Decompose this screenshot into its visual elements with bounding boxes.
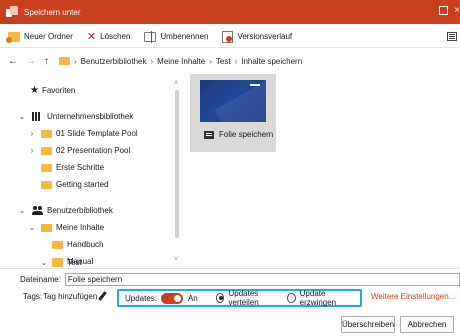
folder-icon	[41, 180, 52, 189]
filename-label: Dateiname:	[20, 274, 61, 284]
pen-icon[interactable]	[98, 291, 107, 301]
library-icon	[32, 112, 43, 121]
chevron-right-icon: ›	[209, 56, 212, 66]
force-label: Update erzwingen	[299, 289, 337, 307]
close-button[interactable]: ×	[454, 6, 460, 16]
folder-icon	[41, 129, 52, 138]
window-title: Speichern unter	[24, 7, 81, 17]
navigation-bar: ← → ↑ › Benutzerbibliothek › Meine Inhal…	[0, 50, 460, 72]
tree-item-getting-started[interactable]: Getting started	[41, 178, 108, 191]
tree-item-presentation-pool[interactable]: › 02 Presentation Pool	[28, 144, 131, 157]
tree-item-label: Erste Schritte	[56, 163, 105, 172]
rename-label: Umbenennen	[160, 32, 209, 41]
chevron-right-icon: ›	[74, 56, 77, 66]
breadcrumb-item[interactable]: Test	[216, 57, 231, 66]
breadcrumb-item[interactable]: Meine Inhalte	[157, 57, 205, 66]
folder-icon	[41, 223, 52, 232]
delete-button[interactable]: ✕ Löschen	[86, 30, 131, 43]
chevron-down-icon[interactable]: ⌄	[18, 112, 26, 121]
tree-item-label: Test	[67, 258, 82, 267]
tree-item-favorites[interactable]: ★ Favoriten	[30, 84, 75, 97]
new-folder-label: Neuer Ordner	[24, 32, 73, 41]
delete-icon: ✕	[86, 30, 97, 43]
updates-label: Updates:	[125, 293, 158, 303]
cancel-button[interactable]: Abbrechen	[400, 316, 454, 333]
tree-item-company-library[interactable]: ⌄ Unternehmensbibliothek	[18, 110, 133, 123]
overwrite-button[interactable]: Überschreiben	[341, 316, 395, 333]
maximize-button[interactable]	[439, 6, 448, 15]
tree-item-label: 01 Slide Template Pool	[56, 129, 138, 138]
file-name: Folie speichern	[219, 130, 274, 139]
folder-icon	[52, 240, 63, 249]
updates-toggle[interactable]	[161, 292, 183, 304]
slide-icon	[204, 130, 214, 139]
force-radio[interactable]	[286, 293, 296, 303]
folder-icon	[41, 146, 52, 155]
app-icon	[6, 6, 18, 18]
toolbar: Neuer Ordner ✕ Löschen Umbenennen Versio…	[0, 26, 460, 48]
tree-item-label: Getting started	[56, 180, 109, 189]
tree-item-label: Unternehmensbibliothek	[47, 112, 134, 121]
history-button[interactable]: Versionsverlauf	[222, 30, 293, 43]
rename-button[interactable]: Umbenennen	[144, 30, 209, 43]
tags-input[interactable]: Tag hinzufügen	[43, 292, 97, 301]
chevron-right-icon: ›	[234, 56, 238, 66]
distribute-radio[interactable]	[215, 293, 225, 303]
file-item[interactable]: Folie speichern	[190, 74, 276, 152]
chevron-right-icon[interactable]: ›	[28, 146, 36, 155]
slide-thumbnail	[200, 80, 266, 122]
forward-icon[interactable]: →	[26, 56, 36, 67]
folder-icon	[59, 57, 70, 65]
chevron-down-icon[interactable]: ⌄	[40, 258, 48, 267]
chevron-right-icon[interactable]: ›	[28, 129, 36, 138]
breadcrumb-item[interactable]: Inhalte speichern	[241, 57, 302, 66]
tree-item-label: Meine Inhalte	[56, 223, 105, 232]
back-icon[interactable]: ←	[8, 56, 18, 67]
updates-settings: Updates: An Updates verteilen Update erz…	[117, 289, 362, 307]
history-icon	[222, 30, 234, 43]
tree-item-handbook[interactable]: Handbuch	[52, 238, 103, 251]
scroll-up-icon[interactable]: ˄	[174, 80, 178, 87]
distribute-label: Updates verteilen	[228, 289, 259, 307]
new-folder-button[interactable]: Neuer Ordner	[6, 31, 73, 43]
folder-tree: ★ Favoriten ⌄ Unternehmensbibliothek › 0…	[0, 74, 180, 266]
rename-icon	[144, 30, 157, 43]
chevron-down-icon[interactable]: ⌄	[18, 206, 26, 215]
tree-item-slide-pool[interactable]: › 01 Slide Template Pool	[28, 127, 138, 140]
delete-label: Löschen	[100, 32, 131, 41]
tree-item-label: Handbuch	[67, 240, 104, 249]
updates-state: An	[187, 293, 198, 303]
more-settings-link[interactable]: Weitere Einstellungen...	[371, 292, 455, 301]
up-icon[interactable]: ↑	[44, 56, 49, 67]
tree-item-label: 02 Presentation Pool	[56, 146, 131, 155]
breadcrumb-item[interactable]: Benutzerbibliothek	[81, 57, 147, 66]
tree-scrollbar[interactable]: ˄ ˅	[174, 80, 180, 266]
history-label: Versionsverlauf	[237, 32, 293, 41]
star-icon: ★	[30, 85, 39, 96]
title-bar: Speichern unter ×	[0, 0, 460, 24]
tree-item-label: Benutzerbibliothek	[47, 206, 113, 215]
divider	[0, 268, 460, 269]
scrollbar-thumb[interactable]	[175, 90, 179, 238]
folder-icon	[41, 163, 52, 172]
chevron-down-icon[interactable]: ⌄	[28, 223, 36, 232]
tree-item-first-steps[interactable]: Erste Schritte	[41, 161, 104, 174]
tree-item-user-library[interactable]: ⌄ Benutzerbibliothek	[18, 204, 113, 217]
users-icon	[32, 206, 43, 215]
tags-label: Tags:	[23, 292, 43, 301]
folder-icon	[52, 258, 63, 267]
scroll-down-icon[interactable]: ˅	[174, 256, 178, 263]
tree-item-label: Favoriten	[41, 86, 76, 95]
filename-input[interactable]	[64, 272, 460, 286]
tree-item-my-content[interactable]: ⌄ Meine Inhalte	[28, 221, 104, 234]
new-folder-icon	[6, 31, 20, 43]
file-caption: Folie speichern	[204, 130, 273, 139]
view-toggle-icon[interactable]	[447, 32, 457, 41]
filename-row: Dateiname:	[0, 272, 460, 286]
chevron-right-icon: ›	[150, 56, 154, 66]
